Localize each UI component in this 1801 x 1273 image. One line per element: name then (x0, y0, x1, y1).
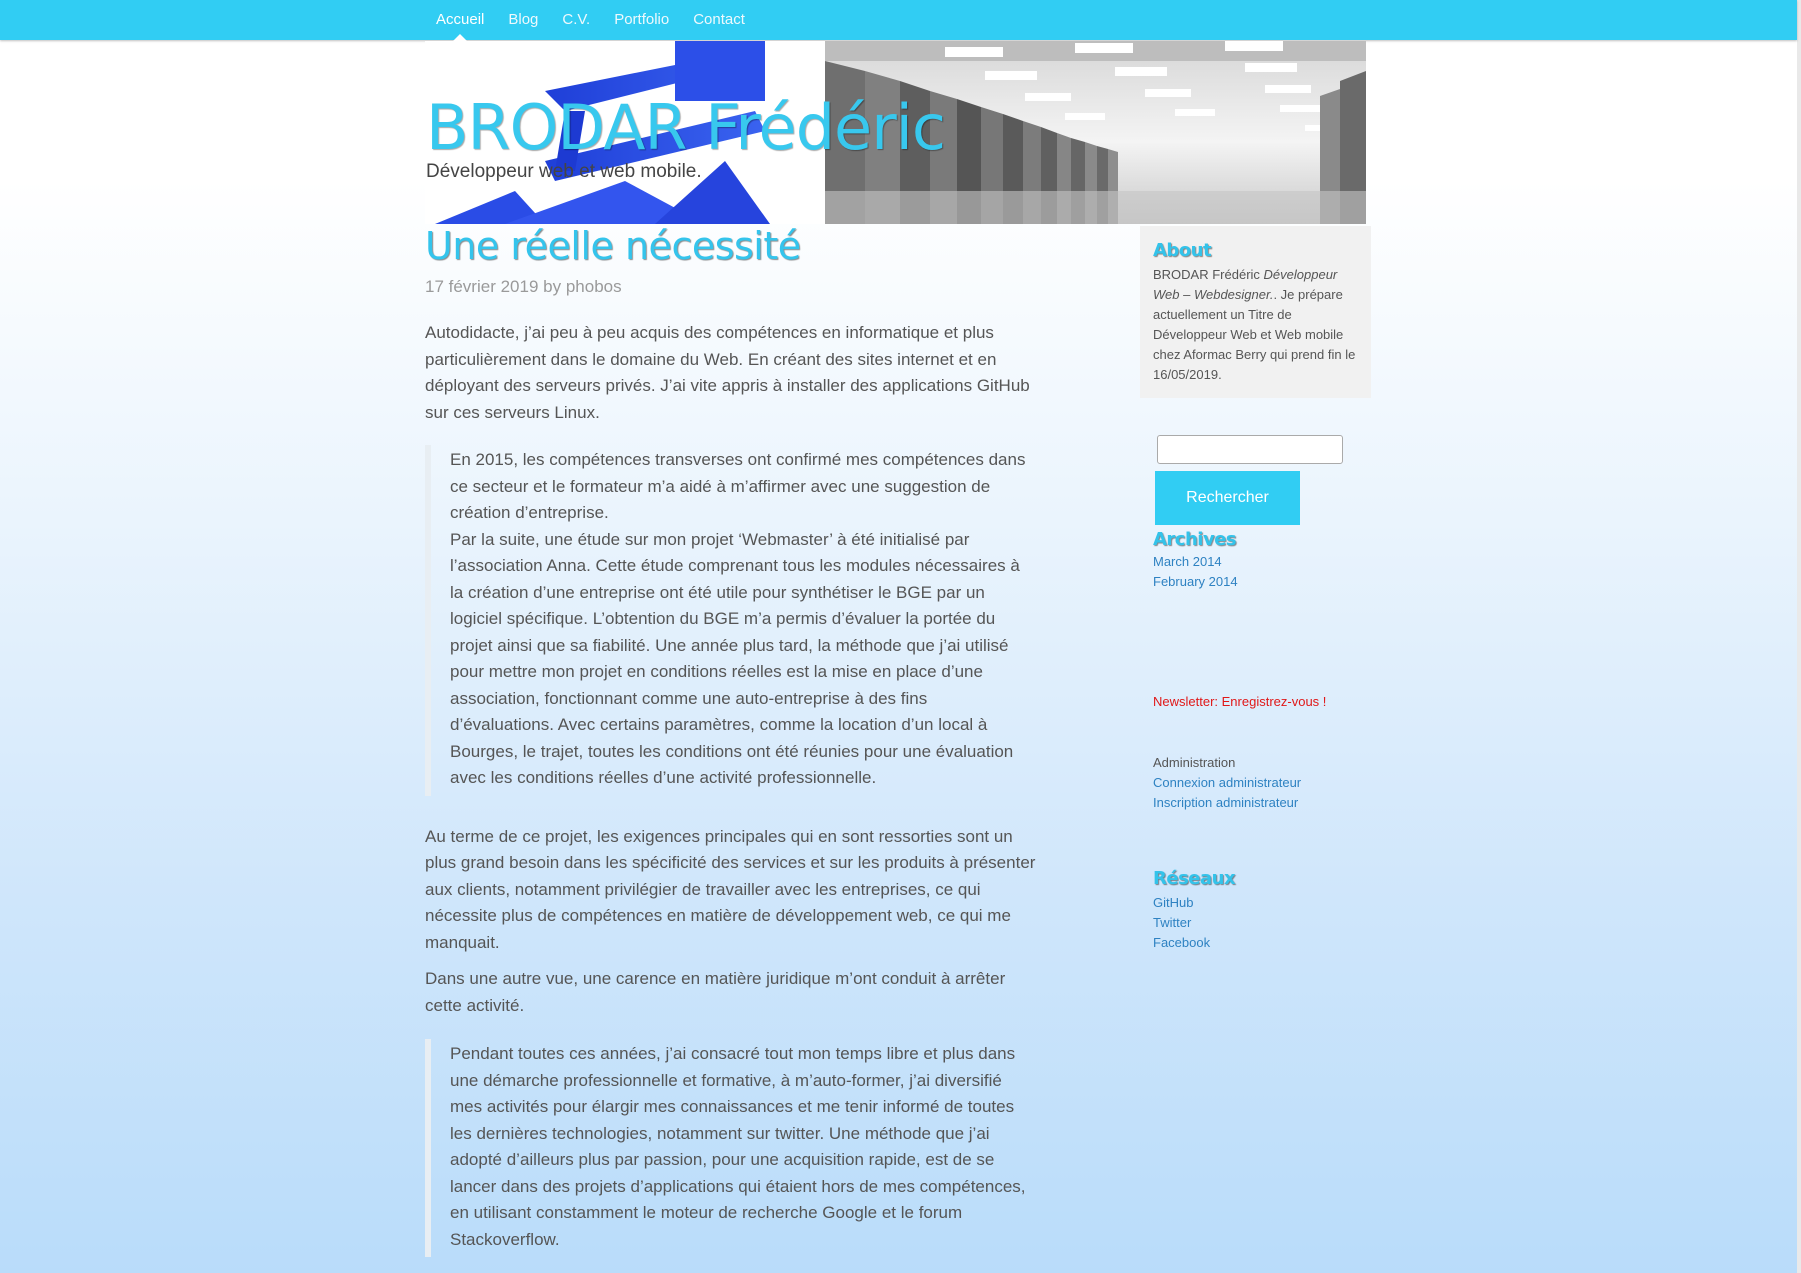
archive-link[interactable]: February 2014 (1153, 572, 1238, 592)
blockquote-paragraph: En 2015, les compétences transverses ont… (450, 450, 1026, 522)
post-blockquote: Pendant toutes ces années, j’ai consacré… (425, 1039, 1030, 1257)
nav-item-accueil[interactable]: Accueil (424, 0, 496, 41)
admin-login-link[interactable]: Connexion administrateur (1153, 773, 1301, 793)
nav-item-cv[interactable]: C.V. (550, 0, 602, 40)
about-title: About (1153, 240, 1212, 261)
post-paragraph: Autodidacte, j’ai peu à peu acquis des c… (425, 323, 1030, 422)
about-name: BRODAR Frédéric (1153, 267, 1260, 282)
nav-item-contact[interactable]: Contact (681, 0, 757, 40)
social-title: Réseaux (1153, 868, 1236, 889)
newsletter-link[interactable]: Newsletter: Enregistrez-vous ! (1153, 692, 1326, 712)
about-text: BRODAR Frédéric Développeur Web – Webdes… (1153, 265, 1363, 385)
post-meta: 17 février 2019 by phobos (425, 277, 622, 297)
site-title[interactable]: BRODAR Frédéric (426, 91, 946, 164)
post-by-label: by (543, 277, 562, 296)
admin-register-link[interactable]: Inscription administrateur (1153, 793, 1301, 813)
post-date: 17 février 2019 (425, 277, 539, 296)
social-widget: Réseaux GitHub Twitter Facebook (1153, 867, 1236, 953)
search-input[interactable] (1157, 435, 1343, 464)
site-header: BRODAR Frédéric Développeur web et web m… (425, 41, 1366, 224)
social-link-facebook[interactable]: Facebook (1153, 933, 1235, 953)
archives-title: Archives (1153, 529, 1237, 550)
post-blockquote: En 2015, les compétences transverses ont… (425, 445, 1030, 796)
post-paragraph: Au terme de ce projet, les exigences pri… (425, 826, 1036, 952)
blockquote-paragraph: Par la suite, une étude sur mon projet ‘… (450, 529, 1020, 788)
top-navbar: Accueil Blog C.V. Portfolio Contact (0, 0, 1797, 41)
page-scrollbar[interactable] (1797, 0, 1801, 1273)
admin-title: Administration (1153, 755, 1236, 770)
post-paragraph: Dans une autre vue, une carence en matiè… (425, 969, 1006, 1015)
post-body: Autodidacte, j’ai peu à peu acquis des c… (425, 320, 1040, 1257)
nav-item-blog[interactable]: Blog (496, 0, 550, 40)
social-link-twitter[interactable]: Twitter (1153, 913, 1235, 933)
site-tagline: Développeur web et web mobile. (426, 161, 702, 182)
blockquote-paragraph: Pendant toutes ces années, j’ai consacré… (450, 1044, 1026, 1249)
admin-widget: Administration Connexion administrateur … (1153, 753, 1301, 813)
social-link-github[interactable]: GitHub (1153, 893, 1235, 913)
search-button[interactable]: Rechercher (1155, 471, 1300, 525)
post-title[interactable]: Une réelle nécessité (425, 224, 801, 268)
archive-link[interactable]: March 2014 (1153, 552, 1238, 572)
nav-item-portfolio[interactable]: Portfolio (602, 0, 681, 40)
nav-menu: Accueil Blog C.V. Portfolio Contact (424, 0, 757, 41)
post-author-link[interactable]: phobos (566, 277, 622, 296)
about-widget: About BRODAR Frédéric Développeur Web – … (1140, 226, 1371, 398)
archives-widget: Archives March 2014 February 2014 (1153, 528, 1238, 592)
